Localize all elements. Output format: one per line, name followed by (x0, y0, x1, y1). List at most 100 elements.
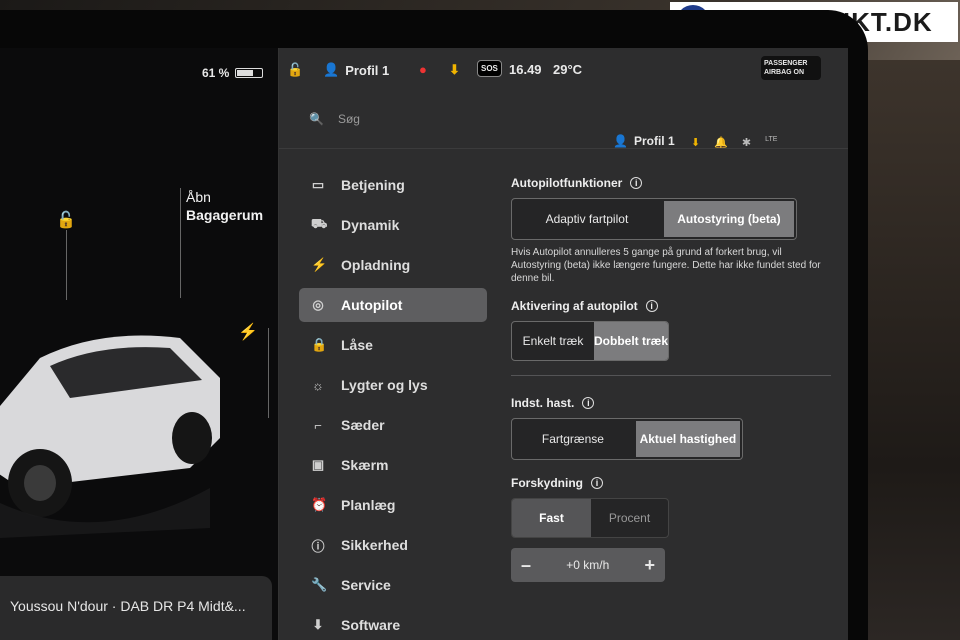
status-bar: 🔓 👤 Profil 1 ● ⬇ SOS 16.49 29°C PASSENGE… (279, 48, 848, 92)
menu-item-laase[interactable]: 🔒 Låse (299, 328, 487, 362)
battery-percent: 61 % (202, 66, 230, 80)
features-title: Autopilotfunktioner (511, 176, 623, 190)
menu-item-opladning[interactable]: ⚡ Opladning (299, 248, 487, 282)
menu-item-autopilot[interactable]: ◎ Autopilot (299, 288, 487, 322)
search-input[interactable]: Søg (338, 112, 360, 126)
battery-icon (235, 68, 264, 78)
photo-scene: 100 AUTOPUNKT.DK 61 % Åbn Bagagerum 🔓 ⚡ (0, 0, 960, 640)
search-icon: 🔍 (309, 112, 324, 126)
increase-button[interactable]: + (644, 555, 655, 576)
profile-icon: 👤 (323, 62, 340, 77)
features-selector: Adaptiv fartpilot Autostyring (beta) (511, 198, 797, 240)
download-status-icon[interactable]: ⬇ (449, 62, 460, 78)
car-status-pane: 61 % Åbn Bagagerum 🔓 ⚡ Youssou N'dour · … (0, 48, 278, 640)
info-icon[interactable]: i (630, 177, 643, 189)
info-icon: ⓘ (311, 538, 325, 554)
menu-label: Betjening (341, 177, 405, 193)
info-icon[interactable]: i (591, 477, 604, 489)
option-current-speed[interactable]: Aktuel hastighed (635, 421, 740, 457)
menu-item-software[interactable]: ⬇ Software (299, 608, 487, 640)
car-icon: ⛟ (311, 216, 328, 231)
battery-indicator: 61 % (202, 66, 264, 80)
charge-pointer-line (268, 328, 269, 418)
lock-icon: 🔒 (311, 337, 328, 352)
menu-item-skaerm[interactable]: ▣ Skærm (299, 448, 487, 482)
menu-item-betjening[interactable]: ▭ Betjening (299, 168, 487, 202)
trunk-label-2: Bagagerum (186, 207, 264, 223)
speed-selector: Fartgrænse Aktuel hastighed (511, 418, 743, 460)
menu-label: Service (341, 577, 391, 593)
menu-label: Software (341, 617, 401, 633)
open-trunk-button[interactable]: Åbn Bagagerum (186, 188, 263, 224)
steering-wheel-icon: ◎ (312, 297, 324, 312)
info-icon[interactable]: i (582, 397, 595, 409)
menu-label: Lygter og lys (341, 377, 428, 393)
option-autosteer[interactable]: Autostyring (beta) (663, 201, 794, 237)
clock-time: 16.49 (509, 62, 542, 77)
offset-title: Forskydning (511, 476, 584, 490)
status-profile[interactable]: 👤 Profil 1 (323, 62, 389, 78)
features-heading: Autopilotfunktioner i (511, 176, 831, 190)
outside-temp: 29°C (553, 62, 583, 77)
autopilot-settings: Autopilotfunktioner i Adaptiv fartpilot … (511, 176, 831, 582)
touchscreen: 61 % Åbn Bagagerum 🔓 ⚡ Youssou N'dour · … (0, 48, 848, 640)
sos-button[interactable]: SOS (477, 60, 502, 77)
autopilot-description: Hvis Autopilot annulleres 5 gange på gru… (511, 247, 821, 284)
airbag-status: PASSENGER AIRBAG ON (761, 56, 821, 80)
option-percent[interactable]: Procent (591, 499, 668, 537)
activation-selector: Enkelt træk Dobbelt træk (511, 321, 669, 361)
lock-status-icon[interactable]: 🔓 (287, 62, 303, 78)
clock-icon: ⏰ (311, 497, 328, 512)
media-now-playing: Youssou N'dour · DAB DR P4 Midt&... (10, 598, 246, 614)
offset-value: +0 km/h (566, 558, 610, 572)
profile-icon: 👤 (613, 134, 628, 148)
settings-menu: ▭ Betjening ⛟ Dynamik ⚡ Opladning ◎ Autopilo… (299, 168, 487, 640)
car-model-image (0, 335, 220, 538)
menu-label: Sæder (341, 417, 385, 433)
menu-item-saeder[interactable]: ⌐ Sæder (299, 408, 487, 442)
toggle-icon: ▭ (311, 177, 325, 192)
offset-stepper: – +0 km/h + (511, 548, 665, 582)
info-icon[interactable]: i (645, 300, 658, 312)
decrease-button[interactable]: – (521, 555, 531, 576)
charge-port-icon[interactable]: ⚡ (238, 322, 258, 342)
menu-item-dynamik[interactable]: ⛟ Dynamik (299, 208, 487, 242)
menu-item-lygter[interactable]: ☼ Lygter og lys (299, 368, 487, 402)
offset-heading: Forskydning i (511, 476, 831, 490)
unlock-icon[interactable]: 🔓 (56, 210, 76, 230)
bolt-icon: ⚡ (311, 257, 328, 272)
speed-heading: Indst. hast. i (511, 396, 831, 410)
header-profile-name: Profil 1 (633, 134, 675, 148)
wrench-icon: 🔧 (311, 577, 328, 592)
option-double-pull[interactable]: Dobbelt træk (594, 322, 668, 360)
option-speed-limit[interactable]: Fartgrænse (512, 419, 634, 459)
media-player-bar[interactable]: Youssou N'dour · DAB DR P4 Midt&... (0, 576, 272, 640)
menu-label: Autopilot (341, 297, 403, 313)
activation-heading: Aktivering af autopilot i (511, 299, 831, 313)
menu-item-sikkerhed[interactable]: ⓘ Sikkerhed (299, 528, 487, 562)
option-fixed[interactable]: Fast (512, 499, 591, 537)
header-divider (279, 148, 848, 149)
section-divider (511, 375, 831, 376)
option-single-pull[interactable]: Enkelt træk (512, 322, 594, 360)
trunk-label-1: Åbn (186, 189, 211, 205)
menu-label: Opladning (341, 257, 411, 273)
seat-icon: ⌐ (314, 417, 322, 433)
option-adaptive-cruise[interactable]: Adaptiv fartpilot (512, 199, 662, 239)
menu-item-service[interactable]: 🔧 Service (299, 568, 487, 602)
menu-label: Låse (341, 337, 373, 353)
light-icon: ☼ (312, 377, 324, 393)
header-profile[interactable]: 👤 Profil 1 (613, 134, 675, 148)
menu-label: Planlæg (341, 497, 396, 513)
status-profile-name: Profil 1 (345, 62, 390, 78)
activation-title: Aktivering af autopilot (511, 299, 638, 313)
download-icon: ⬇ (312, 617, 324, 632)
menu-label: Skærm (341, 457, 389, 473)
trunk-pointer-line (180, 188, 181, 298)
speed-title: Indst. hast. (511, 396, 575, 410)
display-icon: ▣ (311, 457, 325, 472)
menu-label: Sikkerhed (341, 537, 408, 553)
menu-item-planlaeg[interactable]: ⏰ Planlæg (299, 488, 487, 522)
record-icon[interactable]: ● (419, 62, 427, 77)
settings-search[interactable]: 🔍 Søg (309, 112, 360, 126)
